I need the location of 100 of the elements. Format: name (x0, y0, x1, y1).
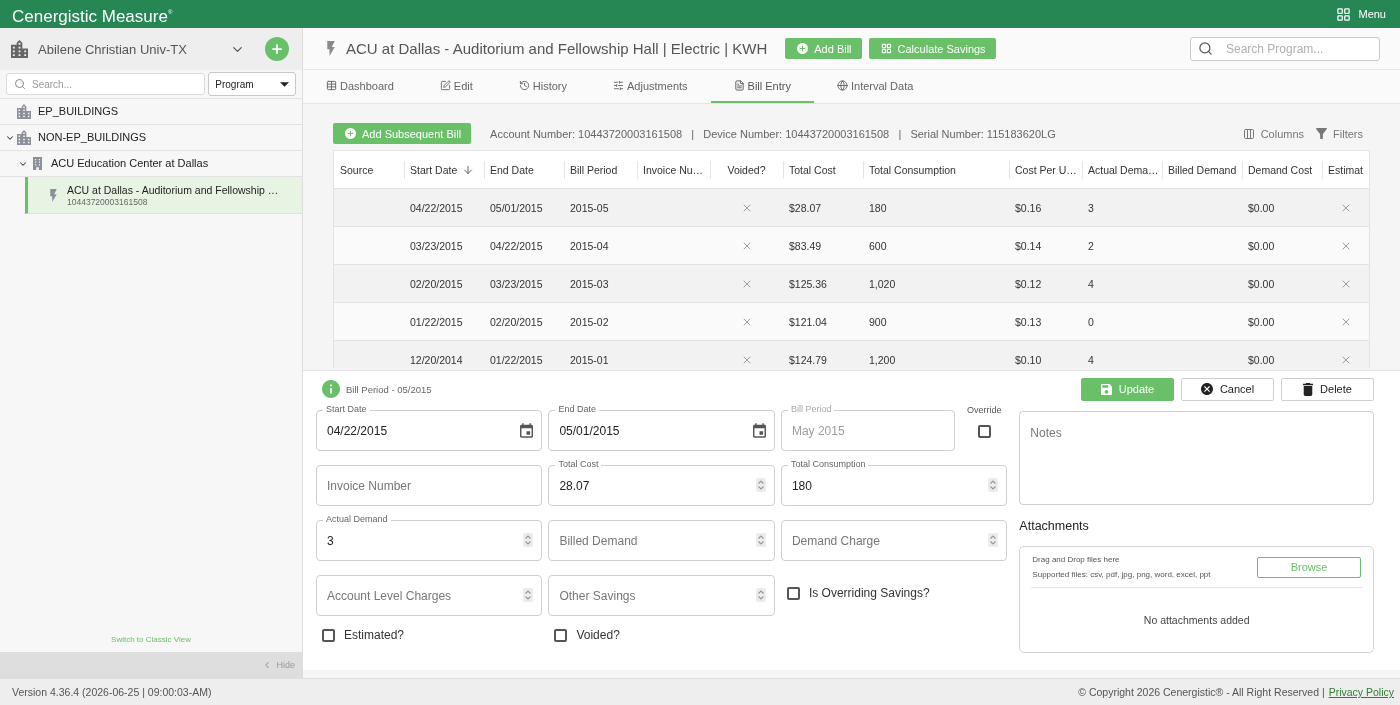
buildings-icon (17, 104, 31, 119)
tree-item[interactable]: ACU at Dallas - Auditorium and Fellowship … 10443720003161508 (25, 177, 302, 214)
stepper-icon[interactable] (755, 588, 766, 602)
stepper-icon[interactable] (988, 478, 999, 492)
table-cell: 03/23/2015 (410, 239, 463, 252)
table-cell: 04/22/2015 (490, 239, 543, 252)
tab[interactable]: Bill Entry (710, 70, 814, 103)
column-header[interactable]: Source (334, 151, 404, 188)
checkbox-label: Override (967, 405, 1002, 415)
table-row[interactable]: 01/22/2015 02/20/2015 2015-02 $121.04 900 $0.13 0 $0.00 (334, 303, 1369, 341)
checkbox[interactable] (786, 586, 800, 600)
table-cell: 01/22/2015 (490, 353, 543, 366)
number-field[interactable]: Account Level Charges (316, 575, 543, 616)
stepper-icon[interactable] (755, 533, 766, 547)
empty-message: No attachments added (1143, 614, 1250, 626)
menu-button[interactable]: Menu (1336, 6, 1386, 22)
notes-field[interactable]: Notes (1019, 411, 1374, 505)
table-cell: 2015-02 (570, 315, 609, 328)
save-icon (1100, 383, 1112, 395)
checkbox[interactable] (322, 628, 335, 642)
table-cell: 2015-01 (570, 353, 609, 366)
app-logo: Cenergistic Measure$^{®}$ (12, 5, 173, 27)
buildings-icon (11, 40, 28, 58)
cancel-button[interactable]: Cancel (1181, 377, 1274, 401)
table-row[interactable]: 12/20/2014 01/22/2015 2015-01 $124.79 1,200 $0.10 4 $0.00 (334, 341, 1369, 368)
column-header[interactable]: Cost Per U… (1009, 151, 1082, 188)
table-row[interactable]: 03/23/2015 04/22/2015 2015-04 $83.49 600 $0.14 2 $0.00 (334, 227, 1369, 265)
column-header[interactable]: Demand Cost (1242, 151, 1322, 188)
column-header[interactable]: Invoice Nu… (637, 151, 710, 188)
table-cell: 0 (1088, 315, 1094, 328)
stepper-icon[interactable] (523, 588, 534, 602)
number-field[interactable]: Billed Demand (548, 520, 775, 561)
column-header[interactable]: Bill Period (564, 151, 637, 188)
privacy-link[interactable]: Privacy Policy (1328, 686, 1394, 698)
grid-icon (880, 43, 892, 54)
account-info: Account Number: 10443720003161508 | Device Number: 10443720003161508 | Serial Number: 115183620LG (490, 127, 1056, 140)
document-icon (733, 80, 745, 91)
column-header[interactable]: Billed Demand (1162, 151, 1242, 188)
text-field[interactable]: Invoice Number (316, 465, 543, 506)
field-label: Total Consumption (787, 459, 869, 470)
table-icon (326, 80, 337, 91)
table-cell: $121.04 (789, 315, 827, 328)
grid-icon (1336, 6, 1352, 22)
table-cell: 03/23/2015 (490, 277, 543, 290)
stepper-icon[interactable] (755, 478, 766, 492)
table-row[interactable]: 02/20/2015 03/23/2015 2015-03 $125.36 1,020 $0.12 4 $0.00 (334, 265, 1369, 303)
field-label: End Date (555, 404, 599, 415)
plus-icon (270, 42, 284, 56)
calendar-icon[interactable] (520, 423, 534, 438)
table-cell: 01/22/2015 (410, 315, 463, 328)
table-cell: 12/20/2014 (410, 353, 463, 366)
column-header[interactable]: Estimat (1322, 151, 1369, 188)
table-cell: 2 (1088, 239, 1094, 252)
table-cell: $28.07 (789, 201, 822, 214)
calendar-icon[interactable] (752, 423, 766, 438)
column-header[interactable]: Actual Dema… (1082, 151, 1162, 188)
checkbox[interactable] (554, 628, 568, 642)
tab[interactable]: Adjustments (590, 70, 711, 103)
stepper-icon[interactable] (988, 533, 999, 547)
column-header[interactable]: End Date (484, 151, 564, 188)
panel-title: Bill Period - 05/2015 (346, 383, 432, 395)
tab[interactable]: History (495, 70, 591, 103)
filters-button[interactable]: Filters (1316, 127, 1363, 140)
filter-icon (1316, 128, 1328, 139)
table-cell: 1,200 (869, 353, 896, 366)
column-header[interactable]: Total Consumption (863, 151, 1009, 188)
drop-zone[interactable]: Drag and Drop files here Supported files: csv, pdf, jpg, png, word, excel, ppt Browse No attachments added (1019, 546, 1374, 653)
table-cell: $125.36 (789, 277, 827, 290)
field-label: Bill Period (787, 404, 835, 415)
delete-button[interactable]: Delete (1281, 377, 1374, 401)
field-label: Actual Demand (323, 514, 391, 525)
tree-item[interactable]: NON-EP_BUILDINGS (0, 125, 302, 151)
search-field[interactable]: Search... (6, 73, 206, 95)
column-header[interactable]: Start Date (404, 151, 484, 188)
dropdown[interactable]: Program (208, 72, 296, 96)
tab[interactable]: Dashboard (303, 70, 417, 103)
number-field[interactable]: Demand Charge (780, 520, 1008, 561)
table-cell: $124.79 (789, 353, 827, 366)
tree-item[interactable]: EP_BUILDINGS (0, 99, 302, 125)
organization-name[interactable]: Abilene Christian Univ-TX (38, 41, 220, 57)
column-header[interactable]: Voided? (710, 151, 783, 188)
search-field[interactable]: Search Program... (1190, 36, 1380, 61)
checkbox-label: Voided? (576, 628, 620, 642)
table-cell: 600 (869, 239, 887, 252)
column-header[interactable]: Total Cost (783, 151, 863, 188)
tab[interactable]: Edit (416, 70, 496, 103)
columns-icon (1242, 127, 1255, 140)
table-cell: 4 (1088, 277, 1094, 290)
stepper-icon[interactable] (523, 533, 534, 547)
tab[interactable]: Interval Data (813, 70, 937, 103)
checkbox[interactable] (977, 425, 991, 438)
number-field[interactable]: Other Savings (548, 575, 775, 616)
table-cell: $0.00 (1248, 239, 1275, 252)
columns-button[interactable]: Columns (1242, 127, 1305, 140)
table-cell: 4 (1088, 353, 1094, 366)
meter-number: 10443720003161508 (67, 196, 149, 207)
building-icon (32, 157, 42, 170)
sort-arrow-icon[interactable] (462, 163, 475, 176)
globe-icon (836, 80, 848, 91)
table-row[interactable]: 04/22/2015 05/01/2015 2015-05 $28.07 180 $0.16 3 $0.00 (334, 189, 1369, 227)
